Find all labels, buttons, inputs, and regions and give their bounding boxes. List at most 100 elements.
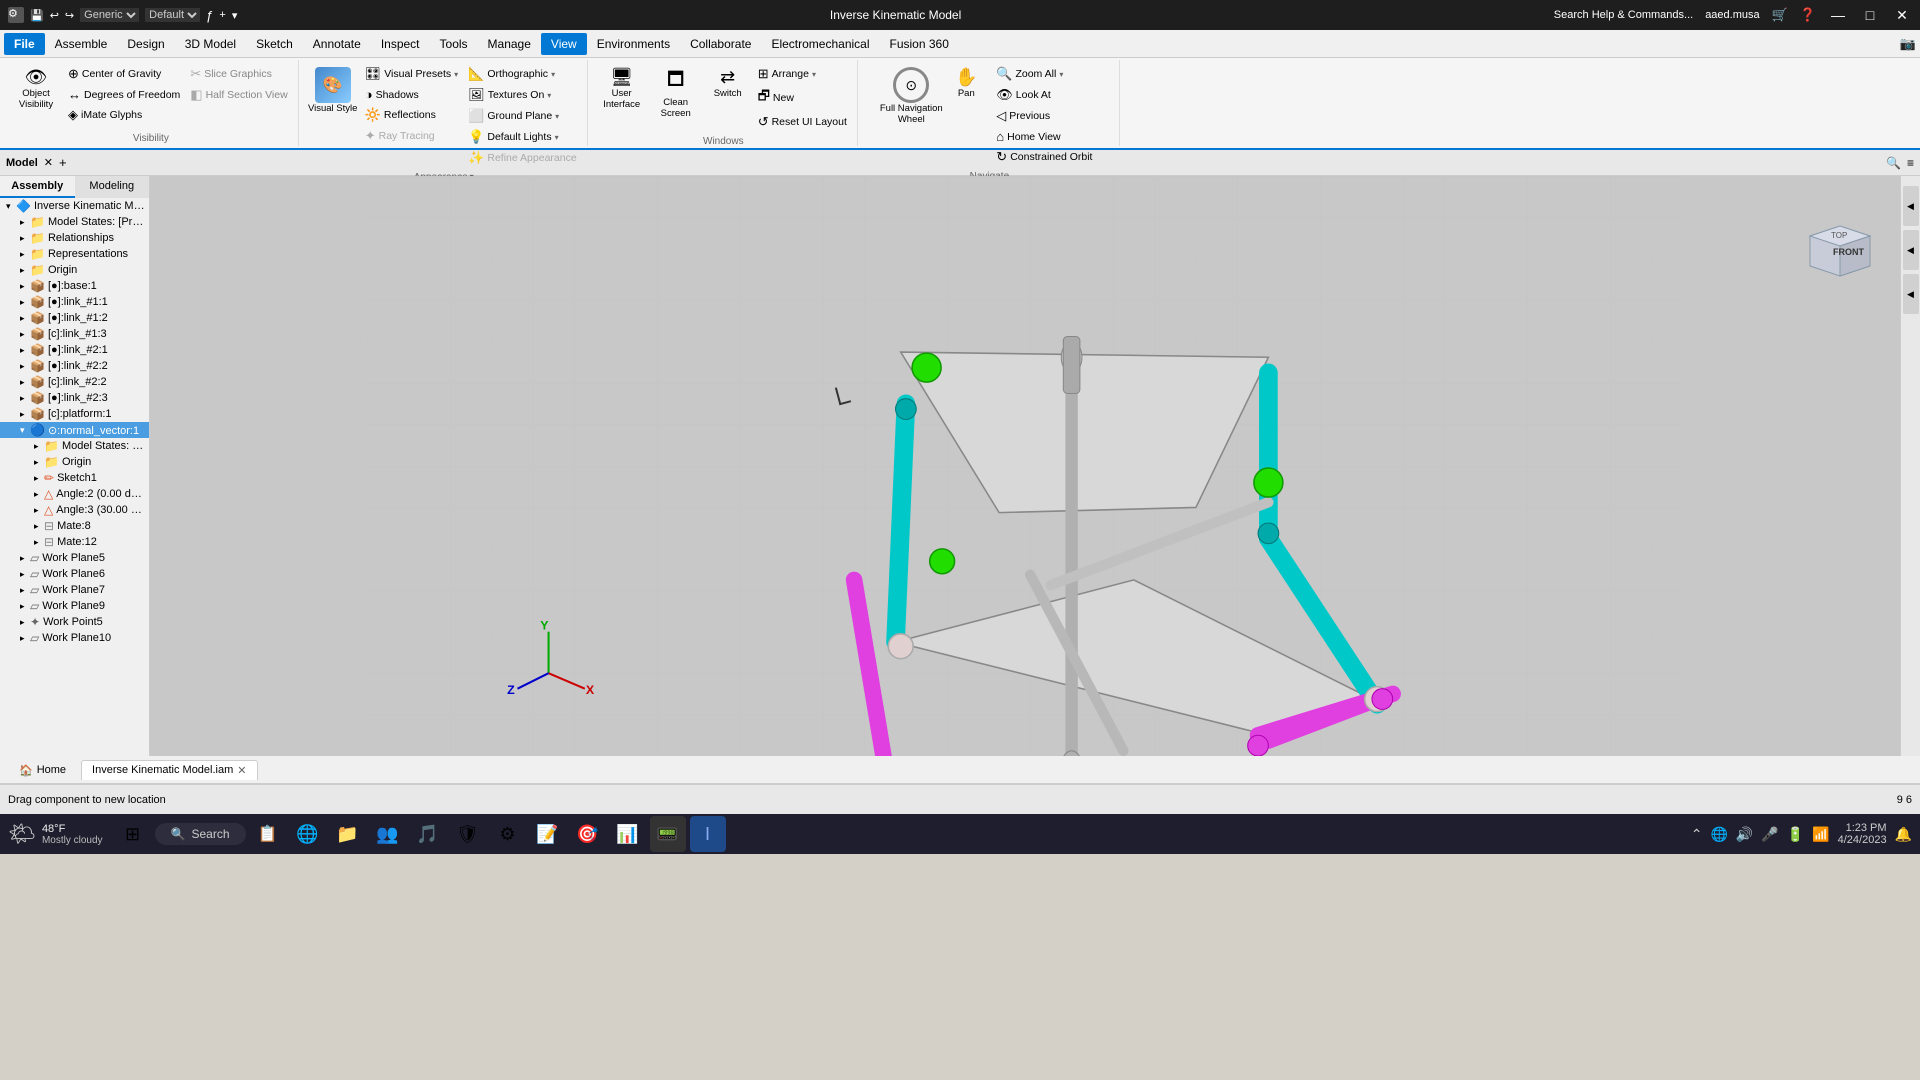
taskbar-app-teams[interactable]: 👥 [370,816,406,852]
clock-widget[interactable]: 1:23 PM 4/24/2023 [1838,822,1887,846]
menu-collaborate[interactable]: Collaborate [680,33,761,55]
tree-item-26[interactable]: ▸✦Work Point5 [0,614,149,630]
constrained-orbit-button[interactable]: ↻ Constrained Orbit [992,147,1096,167]
user-interface-button[interactable]: 🖥 UserInterface [596,64,648,113]
menu-annotate[interactable]: Annotate [303,33,371,55]
clean-screen-button[interactable]: 🗖 CleanScreen [650,64,702,122]
menu-3d-model[interactable]: 3D Model [175,33,246,55]
tree-item-21[interactable]: ▸⊟Mate:12 [0,534,149,550]
plus-icon[interactable]: + [219,9,225,21]
battery-icon[interactable]: 🔋 [1787,826,1804,843]
tree-expand-3[interactable]: ▸ [20,249,30,260]
tree-expand-0[interactable]: ▾ [6,201,16,212]
tree-item-15[interactable]: ▸📁Model States: [Prima... [0,438,149,454]
menu-tools[interactable]: Tools [430,33,478,55]
tree-item-11[interactable]: ▸📦[c]:link_#2:2 [0,374,149,390]
camera-icon[interactable]: 📷 [1900,36,1916,52]
ray-tracing-button[interactable]: ✦ Ray Tracing [361,126,462,146]
tree-expand-11[interactable]: ▸ [20,377,30,388]
menu-fusion360[interactable]: Fusion 360 [880,33,959,55]
new-window-button[interactable]: 🗗 New [754,85,851,111]
switch-button[interactable]: ⇄ Switch [704,64,752,102]
cart-icon[interactable]: 🛒 [1772,7,1788,23]
home-tab[interactable]: 🏠 Home [8,760,77,780]
wifi-icon[interactable]: 📶 [1812,826,1829,843]
help-icon[interactable]: ❓ [1800,7,1816,23]
maximize-button[interactable]: □ [1860,5,1880,25]
tree-item-12[interactable]: ▸📦[●]:link_#2:3 [0,390,149,406]
taskbar-app-security[interactable]: 🛡 [450,816,486,852]
quick-save-icon[interactable]: 💾 [30,9,44,22]
tree-item-22[interactable]: ▸▱Work Plane5 [0,550,149,566]
taskbar-app-terminal[interactable]: 📟 [650,816,686,852]
panel-search-icon[interactable]: 🔍 [1886,156,1901,170]
look-at-button[interactable]: 👁 Look At [992,85,1096,105]
mic-icon[interactable]: 🎤 [1761,826,1778,843]
menu-inspect[interactable]: Inspect [371,33,430,55]
navigation-cube[interactable]: FRONT TOP [1795,191,1885,281]
tree-item-25[interactable]: ▸▱Work Plane9 [0,598,149,614]
tree-expand-23[interactable]: ▸ [20,569,30,580]
tree-expand-13[interactable]: ▸ [20,409,30,420]
taskbar-app-settings[interactable]: ⚙ [490,816,526,852]
tree-item-23[interactable]: ▸▱Work Plane6 [0,566,149,582]
imate-glyphs-button[interactable]: ◈ iMate Glyphs [64,105,184,125]
tree-expand-17[interactable]: ▸ [34,473,44,484]
pan-button[interactable]: ✋ Pan [942,64,990,102]
home-view-button[interactable]: ⌂ Home View [992,127,1096,146]
tree-expand-12[interactable]: ▸ [20,393,30,404]
arrange-button[interactable]: ⊞ Arrange ▾ [754,64,851,84]
tree-expand-4[interactable]: ▸ [20,265,30,276]
tree-expand-15[interactable]: ▸ [34,441,44,452]
right-panel-btn2[interactable]: ◀ [1903,230,1919,270]
minimize-button[interactable]: — [1828,5,1848,25]
tree-item-18[interactable]: ▸△Angle:2 (0.00 deg) [0,486,149,502]
tree-expand-18[interactable]: ▸ [34,489,44,500]
model-tab-close-btn[interactable]: ✕ [237,764,246,777]
degrees-of-freedom-button[interactable]: ↔ Degrees of Freedom [64,85,184,104]
tree-expand-6[interactable]: ▸ [20,297,30,308]
visual-style-button[interactable]: 🎨 Visual Style [307,64,359,117]
tree-expand-8[interactable]: ▸ [20,329,30,340]
network-icon[interactable]: 🌐 [1710,826,1727,843]
tree-expand-20[interactable]: ▸ [34,521,44,532]
model-tab[interactable]: Inverse Kinematic Model.iam ✕ [81,760,257,780]
menu-electromechanical[interactable]: Electromechanical [761,33,879,55]
center-of-gravity-button[interactable]: ⊕ Center of Gravity [64,64,184,84]
weather-widget[interactable]: 🌤 48°F Mostly cloudy [8,821,103,847]
tab-assembly[interactable]: Assembly [0,176,75,198]
widgets-button[interactable]: 📋 [250,816,286,852]
tree-item-14[interactable]: ▾🔵⊙:normal_vector:1 [0,422,149,438]
search-help[interactable]: Search Help & Commands... [1554,9,1693,21]
tree-item-17[interactable]: ▸✏Sketch1 [0,470,149,486]
taskbar-app-inventor[interactable]: I [690,816,726,852]
slice-graphics-button[interactable]: ✂ Slice Graphics [186,64,291,84]
taskbar-app-word[interactable]: 📝 [530,816,566,852]
panel-menu-icon[interactable]: ≡ [1907,156,1914,170]
down-icon[interactable]: ▾ [232,9,238,22]
tree-expand-24[interactable]: ▸ [20,585,30,596]
tree-expand-25[interactable]: ▸ [20,601,30,612]
tree-expand-10[interactable]: ▸ [20,361,30,372]
quick-undo-icon[interactable]: ↩ [50,9,59,22]
right-panel-btn3[interactable]: ◀ [1903,274,1919,314]
right-panel-btn1[interactable]: ◀ [1903,186,1919,226]
tree-expand-27[interactable]: ▸ [20,633,30,644]
tree-expand-7[interactable]: ▸ [20,313,30,324]
tree-item-9[interactable]: ▸📦[●]:link_#2:1 [0,342,149,358]
object-visibility-button[interactable]: 👁 ObjectVisibility [10,64,62,113]
refine-appearance-button[interactable]: ✨ Refine Appearance [464,148,581,168]
menu-manage[interactable]: Manage [478,33,541,55]
textures-button[interactable]: 🖼 Textures On ▾ [464,85,581,105]
close-button[interactable]: ✕ [1892,5,1912,25]
tree-item-5[interactable]: ▸📦[●]:base:1 [0,278,149,294]
tree-item-2[interactable]: ▸📁Relationships [0,230,149,246]
tree-item-0[interactable]: ▾🔷Inverse Kinematic Model [0,198,149,214]
tree-expand-9[interactable]: ▸ [20,345,30,356]
full-nav-wheel-button[interactable]: ⊙ Full NavigationWheel [882,64,940,128]
taskbar-app-game[interactable]: 🎯 [570,816,606,852]
taskbar-app-files[interactable]: 📁 [330,816,366,852]
reset-ui-button[interactable]: ↺ Reset UI Layout [754,112,851,132]
volume-icon[interactable]: 🔊 [1736,826,1753,843]
menu-file[interactable]: File [4,33,45,55]
